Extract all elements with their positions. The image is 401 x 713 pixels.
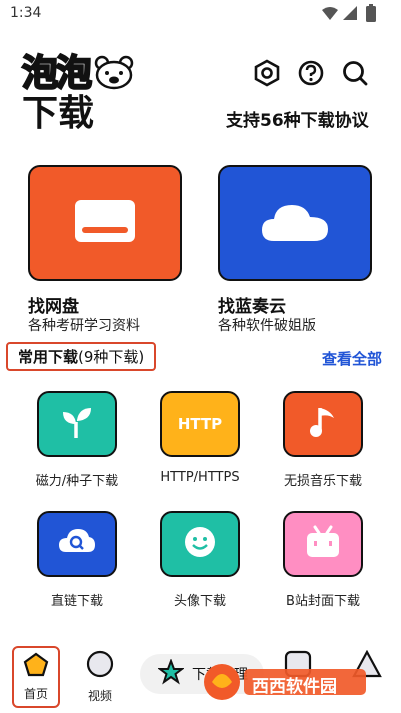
http-download-tile[interactable]: HTTP: [160, 391, 240, 457]
http-icon: HTTP: [177, 415, 223, 433]
bilibili-cover-tile[interactable]: [283, 511, 363, 577]
nav-video[interactable]: 视频: [86, 650, 114, 704]
status-bar: 1:34: [0, 0, 401, 28]
view-all-link[interactable]: 查看全部: [322, 348, 382, 369]
nav-home-label: 首页: [23, 687, 48, 701]
nav-video-label: 视频: [87, 689, 112, 703]
lanzou-card[interactable]: [218, 165, 372, 281]
bilibili-cover-label: B站封面下载: [286, 594, 360, 609]
netdisk-title[interactable]: 找网盘: [28, 292, 79, 317]
magnet-download-tile[interactable]: [37, 391, 117, 457]
bear-logo-icon: [94, 54, 134, 94]
help-icon[interactable]: [296, 58, 326, 88]
section-count: (9种下载): [78, 348, 145, 366]
signal-icon: [342, 5, 358, 25]
status-time: 1:34: [10, 5, 42, 21]
netdisk-desc: 各种考研学习资料: [28, 318, 140, 334]
direct-link-label: 直链下载: [50, 594, 103, 609]
bilibili-tv-icon: [305, 525, 341, 563]
magnet-download-label: 磁力/种子下载: [35, 474, 119, 489]
avatar-download-tile[interactable]: [160, 511, 240, 577]
settings-icon[interactable]: [252, 58, 282, 88]
protocol-count-text: 支持56种下载协议: [226, 111, 369, 131]
nav-home[interactable]: 首页: [12, 646, 60, 708]
lossless-music-tile[interactable]: [283, 391, 363, 457]
direct-link-tile[interactable]: [37, 511, 117, 577]
battery-icon: [366, 4, 376, 26]
smiley-icon: [183, 525, 217, 563]
music-note-icon: [308, 404, 338, 444]
watermark-text: 西西软件园: [252, 677, 337, 697]
avatar-download-label: 头像下载: [173, 594, 226, 609]
lanzou-desc: 各种软件破姐版: [218, 318, 316, 334]
star-icon: [157, 658, 185, 689]
netdisk-card[interactable]: [28, 165, 182, 281]
watermark-logo: 西西软件园: [200, 660, 370, 704]
brand-name: 泡泡: [21, 52, 93, 94]
lanzou-title[interactable]: 找蓝奏云: [218, 292, 286, 317]
common-downloads-header: 常用下载(9种下载): [6, 342, 157, 371]
video-circle-icon: [86, 650, 114, 681]
lossless-music-label: 无损音乐下载: [283, 474, 362, 489]
http-download-label: HTTP/HTTPS: [160, 470, 240, 485]
section-title: 常用下载: [18, 348, 79, 366]
hard-drive-icon: [74, 199, 136, 247]
cloud-search-icon: [57, 526, 97, 562]
sprout-icon: [59, 404, 95, 444]
brand-subtitle: 下载: [22, 93, 95, 134]
wifi-icon: [322, 6, 338, 25]
home-pentagon-icon: [23, 652, 49, 681]
app-brand: 泡泡 下载: [21, 52, 134, 136]
search-icon[interactable]: [340, 58, 370, 88]
header-actions: [252, 58, 370, 88]
cloud-icon: [260, 199, 330, 247]
